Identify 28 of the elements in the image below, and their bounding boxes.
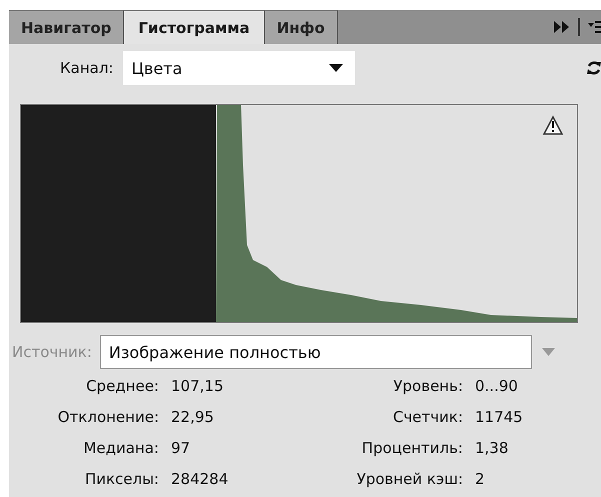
stat-value: 107,15 [171,376,224,397]
stat-value: 97 [171,438,192,459]
menu-icon[interactable] [588,20,601,34]
warning-icon[interactable] [542,115,564,135]
stat-value: 11745 [475,407,524,428]
stat-value: 1,38 [475,438,510,459]
caret-icon [329,64,344,72]
stat-label: Уровень: [392,376,463,397]
stat-label: Отклонение: [56,407,159,428]
channel-label: Канал: [60,59,114,77]
divider-icon [578,18,580,36]
stat-value: 2 [475,469,486,490]
stat-label: Счетчик: [392,407,463,428]
stat-label: Пикселы: [84,469,159,490]
source-label: Источник: [12,343,92,361]
stat-label: Процентиль: [360,438,463,459]
refresh-icon[interactable] [587,59,601,77]
stat-label: Уровней кэш: [356,469,463,490]
stat-label: Среднее: [85,376,159,397]
panel-tab[interactable]: Гистограмма [124,10,265,44]
stat-label: Медиана: [82,438,159,459]
expand-icon[interactable] [554,21,570,33]
panel-tab[interactable]: Инфо [264,10,338,44]
panel-tab[interactable]: Навигатор [9,10,124,44]
stat-value: 0...90 [475,376,519,397]
stat-value: 284284 [171,469,230,490]
channel-dropdown[interactable]: Цвета [123,51,356,85]
stat-value: 22,95 [171,407,215,428]
